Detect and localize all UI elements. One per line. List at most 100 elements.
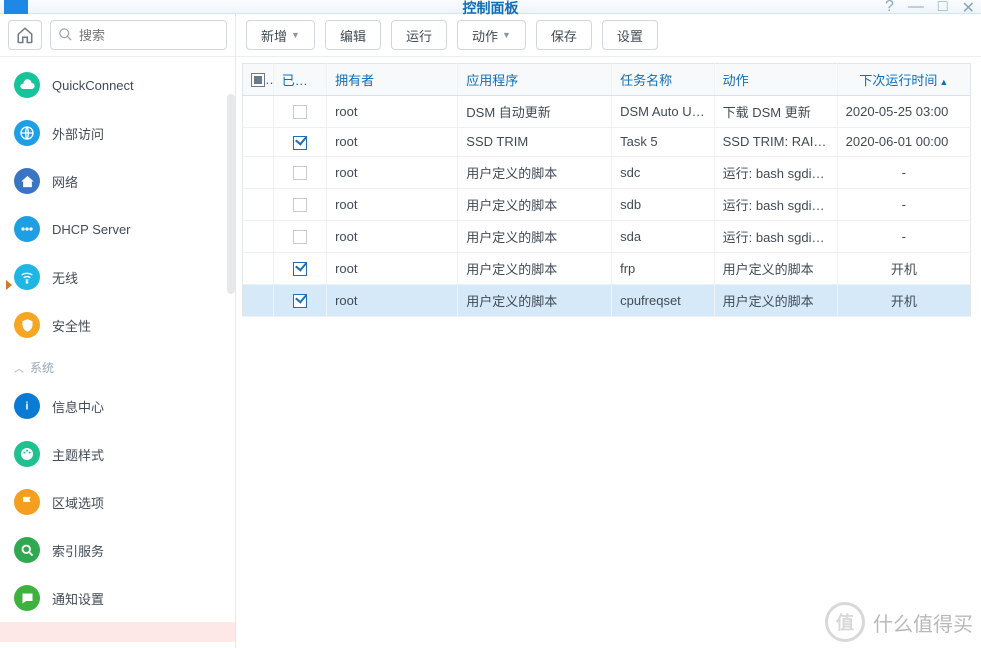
search-icon — [58, 27, 73, 42]
cloud-icon — [14, 72, 40, 98]
sidebar-item-label: DHCP Server — [52, 222, 131, 237]
caret-down-icon: ▼ — [502, 30, 511, 40]
table-row[interactable]: root 用户定义的脚本 sdc 运行: bash sgdis... - — [243, 156, 971, 188]
cell-owner: root — [327, 188, 458, 220]
save-button[interactable]: 保存 — [536, 20, 592, 50]
close-icon[interactable]: ✕ — [962, 0, 975, 18]
col-owner[interactable]: 拥有者 — [327, 64, 458, 96]
table-row[interactable]: root 用户定义的脚本 cpufreqset 用户定义的脚本 开机 — [243, 284, 971, 316]
cell-task: sda — [612, 220, 715, 252]
sidebar-item[interactable]: DHCP Server — [0, 205, 235, 253]
cell-action: 运行: bash sgdis... — [714, 156, 837, 188]
cell-next: - — [837, 188, 970, 220]
search-icon — [14, 537, 40, 563]
cell-action: SSD TRIM: RAID ... — [714, 128, 837, 157]
col-action[interactable]: 动作 — [714, 64, 837, 96]
new-button[interactable]: 新增▼ — [246, 20, 315, 50]
home-button[interactable] — [8, 20, 42, 50]
cell-next: - — [837, 156, 970, 188]
run-button[interactable]: 运行 — [391, 20, 447, 50]
window-title: 控制面板 — [463, 0, 519, 18]
sidebar-item-label: 外部访问 — [52, 124, 104, 143]
cell-app: DSM 自动更新 — [458, 96, 612, 128]
cell-task: Task 5 — [612, 128, 715, 157]
sidebar-item[interactable]: 无线 — [0, 253, 235, 301]
checkbox[interactable] — [293, 136, 307, 150]
sidebar-item[interactable]: 索引服务 — [0, 526, 235, 574]
checkbox[interactable] — [293, 105, 307, 119]
col-next-run[interactable]: 下次运行时间▲ — [837, 64, 970, 96]
sidebar-item-label: QuickConnect — [52, 78, 134, 93]
table-row[interactable]: root SSD TRIM Task 5 SSD TRIM: RAID ... … — [243, 128, 971, 157]
scrollbar[interactable] — [227, 94, 235, 294]
help-icon[interactable]: ? — [885, 0, 894, 18]
col-select-all[interactable] — [243, 64, 274, 96]
sidebar: QuickConnect 外部访问 网络 DHCP Server 无线 安全性 … — [0, 14, 236, 648]
sidebar-section-toggle[interactable]: ︿系统 — [0, 349, 235, 382]
cell-action: 运行: bash sgdis... — [714, 188, 837, 220]
sidebar-item-label: 索引服务 — [52, 541, 104, 560]
content-pane: 新增▼ 编辑 运行 动作▼ 保存 设置 已启动 拥有者 应用程序 任务名称 — [236, 14, 981, 648]
checkbox[interactable] — [293, 198, 307, 212]
house-icon — [14, 168, 40, 194]
sidebar-item-label: 安全性 — [52, 316, 91, 335]
col-task[interactable]: 任务名称 — [612, 64, 715, 96]
checkbox[interactable] — [293, 230, 307, 244]
cell-task: DSM Auto Update — [612, 96, 715, 128]
sidebar-item[interactable]: 区域选项 — [0, 478, 235, 526]
checkbox[interactable] — [293, 262, 307, 276]
col-enabled[interactable]: 已启动 — [273, 64, 326, 96]
table-row[interactable]: root DSM 自动更新 DSM Auto Update 下载 DSM 更新 … — [243, 96, 971, 128]
sidebar-item[interactable]: 网络 — [0, 157, 235, 205]
cell-app: 用户定义的脚本 — [458, 220, 612, 252]
chevron-up-icon: ︿ — [14, 360, 24, 375]
info-icon: i — [14, 393, 40, 419]
sidebar-item[interactable]: 外部访问 — [0, 109, 235, 157]
checkbox[interactable] — [293, 166, 307, 180]
table-row[interactable]: root 用户定义的脚本 sda 运行: bash sgdis... - — [243, 220, 971, 252]
cell-app: SSD TRIM — [458, 128, 612, 157]
task-table: 已启动 拥有者 应用程序 任务名称 动作 下次运行时间▲ root DSM 自动… — [242, 63, 971, 317]
sidebar-item[interactable]: i 信息中心 — [0, 382, 235, 430]
chat-icon — [14, 585, 40, 611]
sidebar-item-label: 通知设置 — [52, 589, 104, 608]
cell-action: 用户定义的脚本 — [714, 252, 837, 284]
settings-button[interactable]: 设置 — [602, 20, 658, 50]
cell-owner: root — [327, 252, 458, 284]
cell-action: 用户定义的脚本 — [714, 284, 837, 316]
sidebar-item[interactable]: 主题样式 — [0, 430, 235, 478]
sidebar-item[interactable] — [0, 622, 235, 642]
sidebar-item[interactable]: 通知设置 — [0, 574, 235, 622]
cell-app: 用户定义的脚本 — [458, 284, 612, 316]
sidebar-item-label: 无线 — [52, 268, 78, 287]
checkbox[interactable] — [293, 294, 307, 308]
flag-icon — [14, 489, 40, 515]
cell-action: 运行: bash sgdis... — [714, 220, 837, 252]
cell-next: - — [837, 220, 970, 252]
col-app[interactable]: 应用程序 — [458, 64, 612, 96]
cell-task: cpufreqset — [612, 284, 715, 316]
sidebar-item-label: 主题样式 — [52, 445, 104, 464]
cell-next: 开机 — [837, 252, 970, 284]
cell-next: 2020-05-25 03:00 — [837, 96, 970, 128]
titlebar: 控制面板 ? — □ ✕ — [0, 0, 981, 14]
table-row[interactable]: root 用户定义的脚本 frp 用户定义的脚本 开机 — [243, 252, 971, 284]
home-icon — [16, 26, 34, 44]
wifi-icon — [14, 264, 40, 290]
sidebar-item-label: 网络 — [52, 172, 78, 191]
search-input[interactable] — [50, 20, 227, 50]
table-row[interactable]: root 用户定义的脚本 sdb 运行: bash sgdis... - — [243, 188, 971, 220]
globe-icon — [14, 120, 40, 146]
cell-owner: root — [327, 96, 458, 128]
sidebar-item[interactable]: QuickConnect — [0, 61, 235, 109]
sidebar-item-label: 信息中心 — [52, 397, 104, 416]
action-button[interactable]: 动作▼ — [457, 20, 526, 50]
maximize-icon[interactable]: □ — [938, 0, 948, 18]
palette-icon — [14, 441, 40, 467]
sidebar-item[interactable]: 安全性 — [0, 301, 235, 349]
cell-owner: root — [327, 156, 458, 188]
caret-down-icon: ▼ — [291, 30, 300, 40]
cell-owner: root — [327, 284, 458, 316]
minimize-icon[interactable]: — — [908, 0, 924, 18]
edit-button[interactable]: 编辑 — [325, 20, 381, 50]
